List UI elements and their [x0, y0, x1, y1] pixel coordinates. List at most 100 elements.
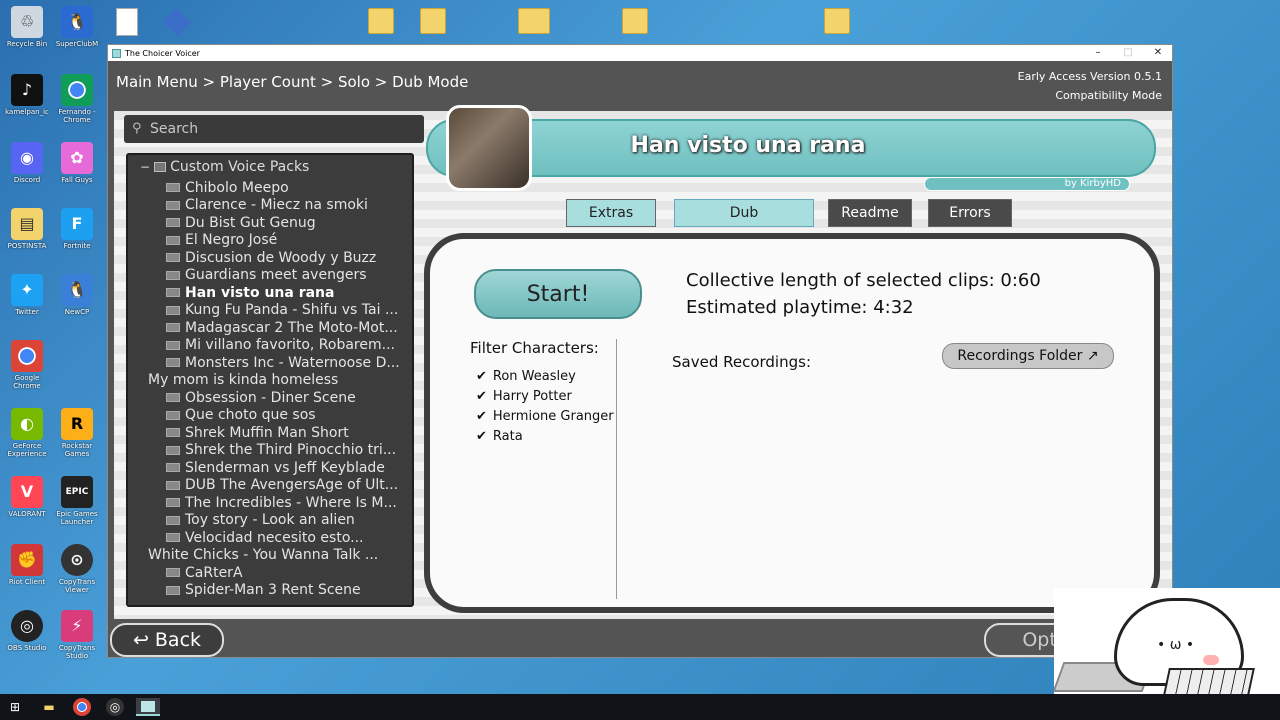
document-icon[interactable]: ▤ POSTINSTA — [0, 208, 54, 250]
character-checkbox[interactable]: ✔ Hermione Granger — [476, 409, 614, 424]
tab-errors[interactable]: Errors — [928, 199, 1012, 227]
pack-item[interactable]: Madagascar 2 The Moto-Mot... — [166, 319, 412, 336]
file-explorer-icon[interactable]: ▬ — [40, 698, 58, 716]
estimated-playtime: Estimated playtime: 4:32 — [686, 297, 914, 318]
chrome-icon[interactable]: Google Chrome — [0, 340, 54, 390]
pack-thumbnail — [446, 105, 532, 191]
penguin-icon[interactable]: 🐧 NewCP — [50, 274, 104, 316]
valorant-icon[interactable]: V VALORANT — [0, 476, 54, 518]
folder-icon[interactable] — [420, 8, 446, 34]
folder-icon[interactable] — [824, 8, 850, 34]
pack-item[interactable]: DUB The AvengersAge of Ult... — [166, 477, 412, 494]
pack-item[interactable]: Monsters Inc - Waternoose D... — [166, 354, 412, 371]
recordings-folder-button[interactable]: Recordings Folder ↗ — [942, 343, 1114, 369]
tab-readme[interactable]: Readme — [828, 199, 912, 227]
pack-item[interactable]: Kung Fu Panda - Shifu vs Tai ... — [166, 302, 412, 319]
pack-item-label: DUB The AvengersAge of Ult... — [185, 477, 399, 493]
pack-item[interactable]: Shrek Muffin Man Short — [166, 424, 412, 441]
search-placeholder: Search — [150, 121, 199, 137]
character-checkbox[interactable]: ✔ Rata — [476, 429, 523, 444]
pack-item[interactable]: Que choto que sos — [166, 407, 412, 424]
app-window: The Choicer Voicer – □ ✕ Main Menu > Pla… — [107, 44, 1173, 658]
pack-item[interactable]: CaRterA — [166, 564, 412, 581]
windows-start-icon[interactable]: ⊞ — [6, 698, 24, 716]
pack-thumbnail-icon — [166, 340, 180, 350]
pack-item[interactable]: White Chicks - You Wanna Talk ... — [148, 547, 394, 564]
twitter-icon[interactable]: ✦ Twitter — [0, 274, 54, 316]
fallguys-icon[interactable]: ✿ Fall Guys — [50, 142, 104, 184]
folder-icon[interactable] — [622, 8, 648, 34]
pack-item[interactable]: Discusion de Woody y Buzz — [166, 249, 412, 266]
tiktok-icon[interactable]: ♪ kamelpan_ic — [0, 74, 54, 116]
pack-item[interactable]: Toy story - Look an alien — [166, 512, 412, 529]
choicer-voicer-icon[interactable] — [136, 698, 160, 716]
start-button[interactable]: Start! — [474, 269, 642, 319]
minimize-button[interactable]: – — [1083, 45, 1113, 61]
chrome-icon[interactable] — [73, 698, 91, 716]
pack-item[interactable]: Obsession - Diner Scene — [166, 389, 412, 406]
character-checkbox[interactable]: ✔ Harry Potter — [476, 389, 572, 404]
pack-item-label: Kung Fu Panda - Shifu vs Tai ... — [185, 302, 399, 318]
pack-item[interactable]: Slenderman vs Jeff Keyblade — [166, 459, 412, 476]
collapse-icon[interactable]: − — [140, 160, 150, 174]
pack-item-label: El Negro José — [185, 232, 278, 248]
pack-item[interactable]: Chibolo Meepo — [166, 179, 412, 196]
pack-item[interactable]: My mom is kinda homeless — [148, 372, 394, 389]
character-checkbox[interactable]: ✔ Ron Weasley — [476, 369, 576, 384]
checkmark-icon: ✔ — [476, 389, 487, 404]
version-label: Early Access Version 0.5.1 — [1017, 70, 1162, 83]
epic-icon[interactable]: EPIC Epic Games Launcher — [50, 476, 104, 526]
back-label: Back — [154, 629, 202, 651]
pack-item[interactable]: Shrek the Third Pinocchio tri... — [166, 442, 412, 459]
pack-item[interactable]: Mi villano favorito, Robarem... — [166, 337, 412, 354]
pack-thumbnail-icon — [166, 183, 180, 192]
pack-item[interactable]: Guardians meet avengers — [166, 267, 412, 284]
pack-item-label: My mom is kinda homeless — [148, 372, 339, 388]
document-icon[interactable] — [116, 8, 138, 36]
app-icon — [112, 48, 121, 58]
pack-item[interactable]: Du Bist Gut Genug — [166, 214, 412, 231]
obs-icon[interactable]: ◎ — [106, 698, 124, 716]
pack-thumbnail-icon — [166, 515, 180, 525]
close-button[interactable]: ✕ — [1143, 45, 1173, 61]
app-content: Main Menu > Player Count > Solo > Dub Mo… — [108, 61, 1172, 657]
penguin-icon[interactable]: 🐧 SuperClubM — [50, 6, 104, 48]
folder-icon[interactable] — [368, 8, 394, 34]
back-button[interactable]: ↩ Back — [110, 623, 224, 657]
voice-pack-tree[interactable]: − Custom Voice Packs Chibolo Meepo Claren… — [126, 153, 414, 607]
cat-eyes: • ω • — [1157, 637, 1195, 653]
riot-icon[interactable]: ✊ Riot Client — [0, 544, 54, 586]
copytrans-icon[interactable]: ⊙ CopyTrans Viewer — [50, 544, 104, 594]
pack-thumbnail-icon — [166, 463, 180, 472]
pack-item-label: CaRterA — [185, 564, 243, 581]
pack-item[interactable]: Spider-Man 3 Rent Scene — [166, 582, 412, 599]
pack-item-label: Monsters Inc - Waternoose D... — [185, 354, 400, 371]
tab-dub[interactable]: Dub — [674, 199, 814, 227]
pack-thumbnail-icon — [166, 358, 180, 367]
title-bar[interactable]: The Choicer Voicer – □ ✕ — [108, 45, 1172, 61]
nvidia-icon[interactable]: ◐ GeForce Experience — [0, 408, 54, 458]
tree-root[interactable]: − Custom Voice Packs — [140, 159, 309, 175]
pack-item[interactable]: Han visto una rana — [166, 284, 412, 301]
rockstar-icon[interactable]: R Rockstar Games — [50, 408, 104, 458]
breadcrumb: Main Menu > Player Count > Solo > Dub Mo… — [116, 73, 469, 91]
pack-item-label: Obsession - Diner Scene — [185, 389, 356, 406]
pack-thumbnail-icon — [166, 498, 180, 507]
tab-extras[interactable]: Extras — [566, 199, 656, 227]
pack-item[interactable]: Velocidad necesito esto... — [166, 529, 412, 546]
folder-icon[interactable] — [518, 8, 550, 34]
maximize-button[interactable]: □ — [1113, 45, 1143, 61]
recycle-bin-icon[interactable]: ♲ Recycle Bin — [0, 6, 54, 48]
pack-item[interactable]: El Negro José — [166, 232, 412, 249]
pack-item-label: Spider-Man 3 Rent Scene — [185, 582, 361, 598]
pack-item-label: Mi villano favorito, Robarem... — [185, 337, 395, 353]
pack-item[interactable]: The Incredibles - Where Is M... — [166, 494, 412, 511]
pack-item-label: Clarence - Miecz na smoki — [185, 197, 368, 213]
pack-item[interactable]: Clarence - Miecz na smoki — [166, 197, 412, 214]
obs-icon[interactable]: ◎ OBS Studio — [0, 610, 54, 652]
copytrans-icon[interactable]: ⚡ CopyTrans Studio — [50, 610, 104, 660]
fortnite-icon[interactable]: F Fortnite — [50, 208, 104, 250]
pack-item-label: Du Bist Gut Genug — [185, 214, 316, 231]
discord-icon[interactable]: ◉ Discord — [0, 142, 54, 184]
chrome-icon[interactable]: Fernando - Chrome — [50, 74, 104, 124]
